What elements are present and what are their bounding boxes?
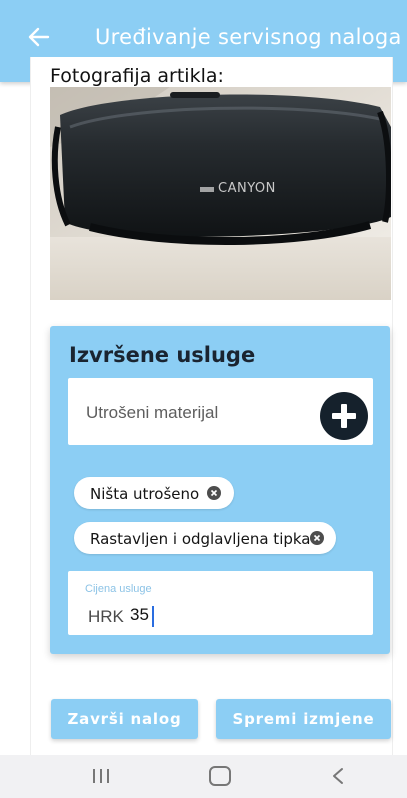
chip-label: Ništa utrošeno [90,485,200,503]
price-label: Cijena usluge [85,583,152,595]
chip-label: Rastavljen i odglavljena tipka [90,530,311,548]
photo-label: Fotografija artikla: [50,65,224,87]
service-chip[interactable]: Rastavljen i odglavljena tipka [74,522,336,554]
finish-order-button[interactable]: Završi nalog [51,699,198,739]
back-arrow-icon[interactable] [28,26,50,48]
save-changes-button[interactable]: Spremi izmjene [216,699,391,739]
speaker-photo: CANYON [50,87,391,300]
recent-apps-icon[interactable] [93,769,110,783]
home-icon[interactable] [209,766,231,786]
brand-text: CANYON [218,181,276,196]
system-nav-bar [0,755,407,798]
close-circle-icon[interactable] [207,486,221,500]
text-cursor [152,606,154,627]
price-input[interactable] [130,605,230,625]
currency-prefix: HRK [88,607,124,626]
material-input[interactable] [86,403,301,423]
service-chip[interactable]: Ništa utrošeno [74,477,234,509]
back-chevron-icon[interactable] [331,767,345,785]
item-photo: CANYON [50,87,391,300]
services-title: Izvršene usluge [69,343,256,367]
page-title: Uređivanje servisnog naloga [95,25,402,49]
close-circle-icon[interactable] [310,531,324,545]
add-material-button[interactable] [320,392,368,440]
